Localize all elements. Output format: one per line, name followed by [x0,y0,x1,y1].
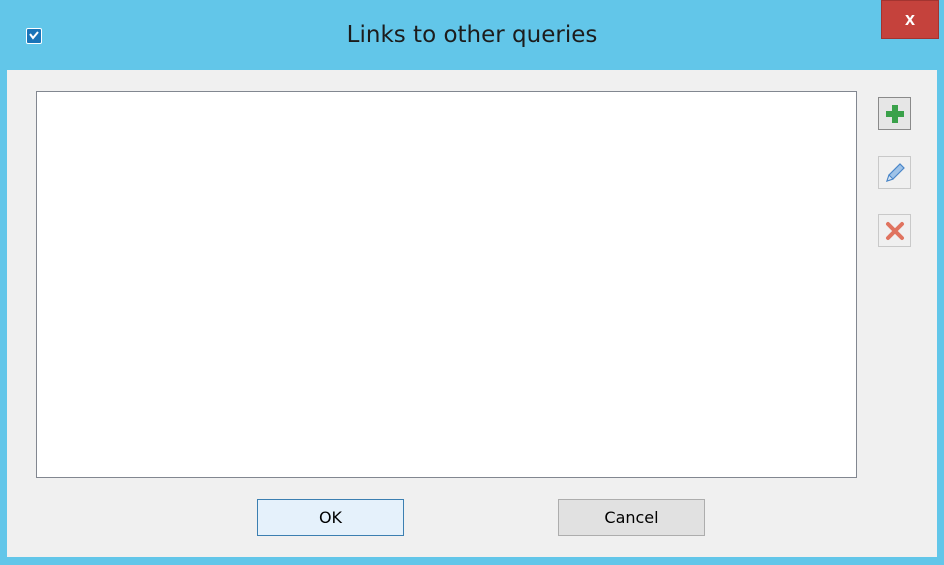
close-button[interactable]: x [881,0,939,39]
links-list[interactable] [36,91,857,478]
dialog-window: Links to other queries x OK Cancel [0,0,944,565]
plus-icon [885,104,904,123]
pencil-icon [885,162,905,182]
window-title: Links to other queries [346,22,598,48]
dialog-body: OK Cancel [7,70,937,557]
add-link-button[interactable] [878,97,911,130]
delete-x-icon [885,221,904,240]
edit-link-button[interactable] [878,156,911,189]
title-bar[interactable]: Links to other queries x [0,0,944,70]
close-icon: x [904,9,915,29]
cancel-button[interactable]: Cancel [558,499,705,536]
delete-link-button[interactable] [878,214,911,247]
ok-button[interactable]: OK [257,499,404,536]
